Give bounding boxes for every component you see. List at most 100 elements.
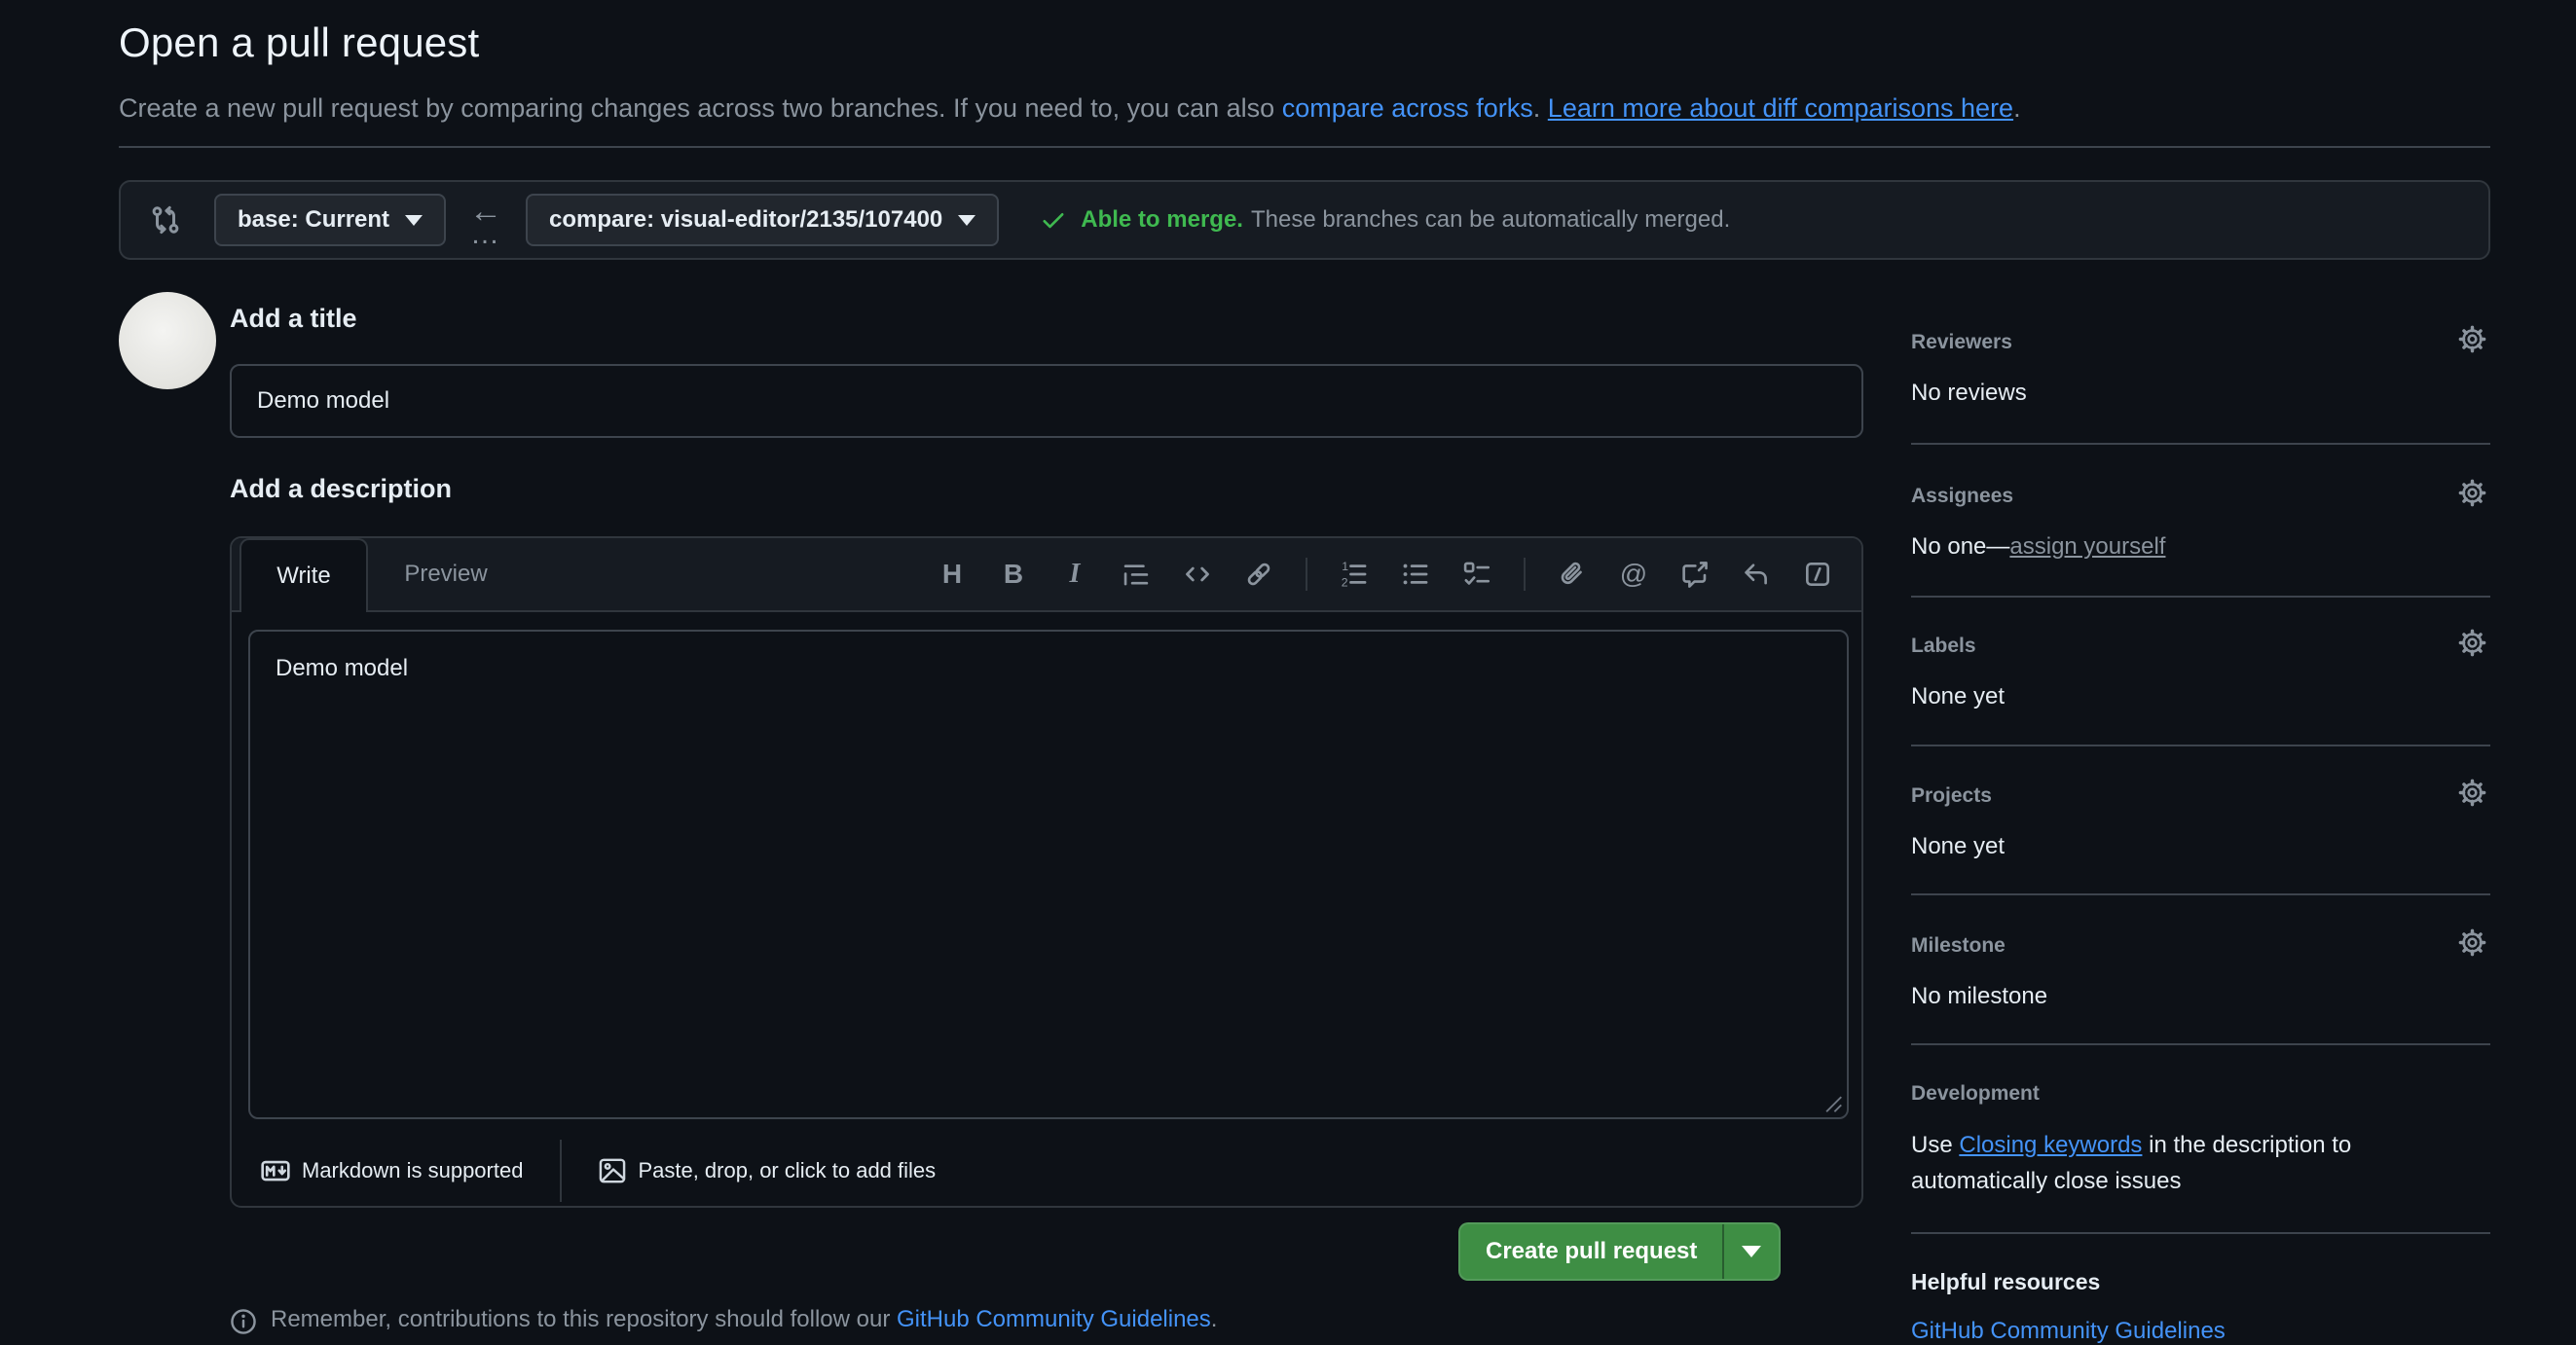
avatar (119, 292, 216, 389)
gear-icon (2458, 325, 2486, 353)
base-branch-label: base: Current (238, 206, 389, 234)
info-icon (230, 1308, 257, 1335)
link-icon (1245, 561, 1272, 588)
italic-button[interactable]: I (1060, 558, 1089, 591)
projects-heading: Projects (1911, 784, 1992, 808)
reply-button[interactable] (1742, 558, 1771, 591)
add-title-heading: Add a title (230, 304, 357, 334)
resize-handle[interactable] (1822, 1093, 1844, 1114)
development-heading: Development (1911, 1082, 2040, 1106)
check-icon (1040, 206, 1067, 234)
description-textarea[interactable]: Demo model (248, 630, 1849, 1119)
cross-reference-icon (1681, 561, 1709, 588)
assignees-value: No one—assign yourself (1911, 533, 2165, 561)
code-button[interactable] (1183, 558, 1212, 591)
milestone-gear-button[interactable] (2458, 928, 2486, 957)
reviewers-value: No reviews (1911, 380, 2027, 407)
file-attach-area[interactable]: Paste, drop, or click to add files (599, 1157, 936, 1184)
quote-button[interactable] (1122, 558, 1151, 591)
image-icon (599, 1157, 626, 1184)
page-title: Open a pull request (119, 19, 479, 66)
link-button[interactable] (1244, 558, 1273, 591)
assignees-heading: Assignees (1911, 485, 2013, 508)
toolbar-divider (1524, 558, 1526, 591)
italic-icon: I (1070, 561, 1081, 588)
sidebar-divider (1911, 893, 2490, 895)
contribution-note-text: Remember, contributions to this reposito… (271, 1306, 897, 1332)
assign-yourself-link[interactable]: assign yourself (2009, 533, 2165, 560)
labels-heading: Labels (1911, 635, 1976, 658)
ordered-list-button[interactable]: 12 (1340, 558, 1369, 591)
helpful-resources-heading: Helpful resources (1911, 1269, 2100, 1295)
subtitle-text: Create a new pull request by comparing c… (119, 93, 1282, 123)
bold-button[interactable]: B (999, 558, 1028, 591)
add-description-heading: Add a description (230, 474, 452, 504)
sidebar-divider (1911, 596, 2490, 598)
code-icon (1184, 561, 1211, 588)
mention-button[interactable]: @ (1619, 558, 1648, 591)
page-subtitle: Create a new pull request by comparing c… (119, 93, 2021, 124)
compare-branch-dropdown[interactable]: compare: visual-editor/2135/107400 (526, 194, 999, 246)
compare-across-forks-link[interactable]: compare across forks (1282, 93, 1533, 123)
compare-direction: ← … (469, 197, 502, 243)
paperclip-icon (1559, 561, 1586, 588)
chevron-down-icon (1742, 1246, 1761, 1257)
chevron-down-icon (405, 215, 423, 226)
description-editor: Write Preview H B I 12 @ Demo model Ma (230, 536, 1863, 1208)
sidebar-divider (1911, 1232, 2490, 1234)
milestone-value: No milestone (1911, 983, 2047, 1010)
markdown-supported-label: Markdown is supported (302, 1158, 523, 1183)
slash-command-button[interactable] (1803, 558, 1832, 591)
projects-value: None yet (1911, 833, 2005, 860)
contribution-note: Remember, contributions to this reposito… (230, 1306, 1217, 1335)
cross-reference-button[interactable] (1680, 558, 1710, 591)
assignees-gear-button[interactable] (2458, 479, 2486, 507)
description-textarea-wrap: Demo model (248, 630, 1849, 1119)
gear-icon (2458, 928, 2486, 957)
tab-preview[interactable]: Preview (368, 538, 524, 610)
milestone-heading: Milestone (1911, 934, 2006, 958)
closing-keywords-link[interactable]: Closing keywords (1959, 1132, 2142, 1158)
unordered-list-button[interactable] (1401, 558, 1430, 591)
projects-gear-button[interactable] (2458, 779, 2486, 807)
quote-icon (1122, 561, 1150, 588)
markdown-toolbar: H B I 12 @ (938, 538, 1861, 610)
attach-file-button[interactable] (1558, 558, 1587, 591)
tasklist-button[interactable] (1462, 558, 1491, 591)
git-compare-icon (150, 204, 181, 236)
ellipsis-icon: … (470, 226, 501, 243)
merge-status: Able to merge. These branches can be aut… (1040, 206, 1730, 234)
svg-text:2: 2 (1342, 576, 1348, 590)
footer-divider (560, 1140, 562, 1202)
gear-icon (2458, 629, 2486, 657)
mention-icon: @ (1620, 561, 1647, 588)
tab-write[interactable]: Write (239, 538, 368, 612)
editor-footer: Markdown is supported Paste, drop, or cl… (232, 1134, 1861, 1208)
svg-text:1: 1 (1342, 560, 1348, 573)
toolbar-divider (1306, 558, 1307, 591)
base-branch-dropdown[interactable]: base: Current (214, 194, 446, 246)
merge-detail-text: These branches can be automatically merg… (1251, 206, 1730, 234)
compare-branch-label: compare: visual-editor/2135/107400 (549, 206, 942, 234)
file-attach-label: Paste, drop, or click to add files (638, 1158, 936, 1183)
reviewers-gear-button[interactable] (2458, 325, 2486, 353)
sidebar-divider (1911, 443, 2490, 445)
create-pull-request-button[interactable]: Create pull request (1460, 1224, 1722, 1279)
editor-header: Write Preview H B I 12 @ (232, 538, 1861, 612)
markdown-supported-link[interactable]: Markdown is supported (261, 1156, 523, 1185)
sidebar: Reviewers No reviews Assignees No one—as… (1911, 0, 2490, 1341)
labels-gear-button[interactable] (2458, 629, 2486, 657)
github-community-guidelines-link[interactable]: GitHub Community Guidelines (1911, 1318, 2226, 1344)
heading-icon: H (942, 561, 962, 588)
sidebar-divider (1911, 1043, 2490, 1045)
list-unordered-icon (1402, 561, 1429, 588)
title-input[interactable] (230, 364, 1863, 438)
community-guidelines-link[interactable]: GitHub Community Guidelines (897, 1306, 1211, 1332)
heading-button[interactable]: H (938, 558, 967, 591)
create-options-button[interactable] (1722, 1224, 1779, 1279)
sidebar-divider (1911, 745, 2490, 746)
development-value: Use Closing keywords in the description … (1911, 1127, 2437, 1199)
labels-value: None yet (1911, 683, 2005, 710)
slash-command-icon (1804, 561, 1831, 588)
tasklist-icon (1463, 561, 1490, 588)
